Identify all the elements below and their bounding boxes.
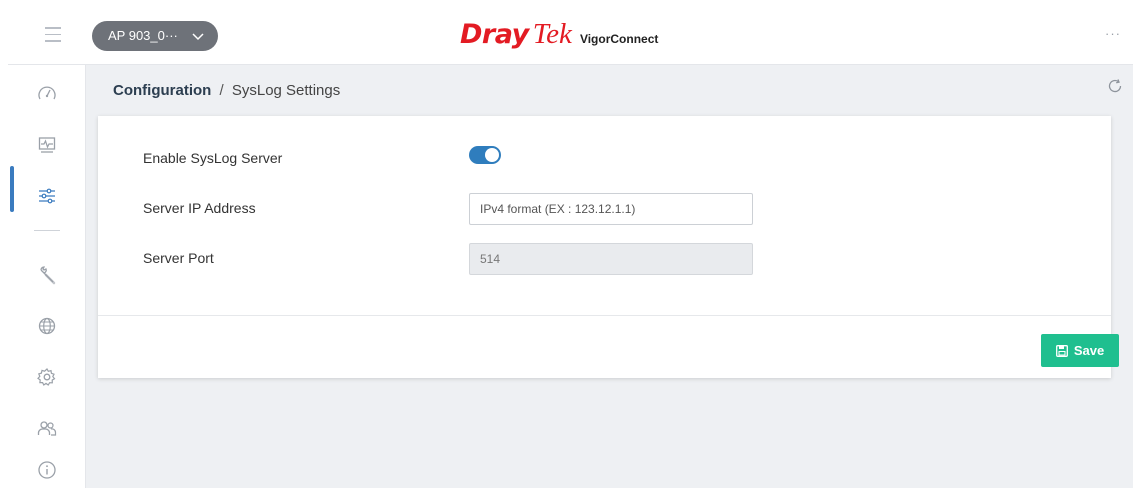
device-selector-label: AP 903_0··· bbox=[108, 28, 178, 43]
breadcrumb: Configuration / SysLog Settings bbox=[113, 82, 340, 99]
breadcrumb-section[interactable]: Configuration bbox=[113, 82, 211, 99]
more-options-icon[interactable]: ··· bbox=[1105, 26, 1121, 41]
sidebar-item-dashboard[interactable] bbox=[8, 77, 85, 111]
toggle-knob bbox=[485, 148, 499, 162]
sidebar-item-about[interactable] bbox=[8, 453, 85, 487]
breadcrumb-separator: / bbox=[219, 82, 224, 99]
maintenance-wrench-icon bbox=[39, 266, 55, 285]
device-selector-button[interactable]: AP 903_0··· bbox=[92, 21, 218, 51]
enable-syslog-label: Enable SysLog Server bbox=[143, 150, 283, 166]
floppy-disk-icon bbox=[1055, 344, 1068, 357]
save-button-label: Save bbox=[1073, 343, 1105, 358]
server-port-input bbox=[469, 243, 753, 275]
server-ip-input[interactable] bbox=[469, 193, 753, 225]
card-divider bbox=[98, 315, 1111, 316]
sidebar bbox=[8, 65, 86, 488]
sidebar-item-network[interactable] bbox=[8, 309, 85, 343]
gear-icon bbox=[36, 368, 55, 386]
sidebar-item-users[interactable] bbox=[8, 411, 85, 445]
monitoring-icon bbox=[38, 137, 55, 153]
save-button[interactable]: Save bbox=[1041, 334, 1119, 367]
dashboard-gauge-icon bbox=[37, 86, 56, 100]
sidebar-item-settings[interactable] bbox=[8, 360, 85, 394]
draytek-logo: Dray Tek VigorConnect bbox=[460, 18, 658, 54]
info-icon bbox=[37, 461, 56, 479]
product-name: VigorConnect bbox=[579, 32, 659, 46]
syslog-settings-card: Enable SysLog Server Server IP Address S… bbox=[98, 116, 1119, 378]
chevron-down-icon bbox=[192, 21, 204, 51]
server-ip-label: Server IP Address bbox=[143, 200, 256, 216]
server-port-label: Server Port bbox=[143, 250, 214, 266]
enable-syslog-toggle[interactable] bbox=[469, 146, 501, 164]
refresh-icon[interactable] bbox=[1107, 78, 1123, 94]
globe-icon bbox=[38, 317, 55, 335]
users-icon bbox=[37, 421, 56, 436]
sidebar-item-monitoring[interactable] bbox=[8, 128, 85, 162]
configuration-sliders-icon bbox=[38, 188, 55, 204]
logo-tek: Tek bbox=[532, 18, 572, 50]
sidebar-item-configuration[interactable] bbox=[8, 179, 85, 213]
app-window: AP 903_0··· Dray Tek VigorConnect ··· Co… bbox=[8, 8, 1133, 488]
top-header: AP 903_0··· Dray Tek VigorConnect ··· bbox=[8, 8, 1133, 65]
sidebar-divider bbox=[34, 230, 60, 231]
logo-dray: Dray bbox=[460, 19, 529, 50]
hamburger-menu-icon[interactable] bbox=[45, 27, 61, 45]
page-title: SysLog Settings bbox=[231, 82, 341, 99]
sidebar-item-maintenance[interactable] bbox=[8, 258, 85, 292]
breadcrumb-bar: Configuration / SysLog Settings bbox=[98, 68, 1133, 112]
